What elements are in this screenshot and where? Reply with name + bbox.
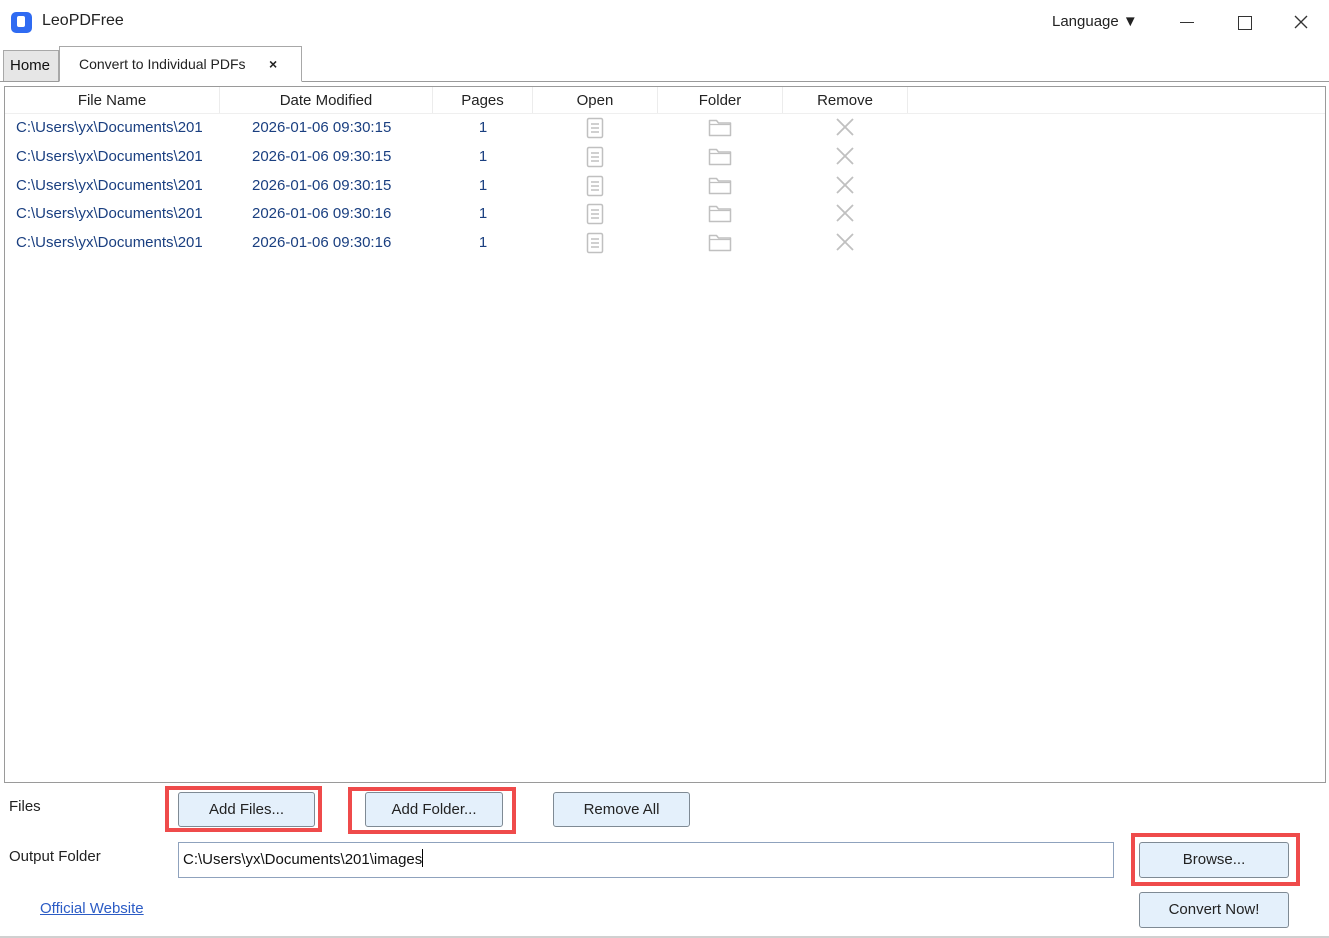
folder-icon[interactable] [708,232,732,254]
folder-icon[interactable] [708,117,732,139]
add-folder-button[interactable]: Add Folder... [365,792,503,827]
remove-x-icon[interactable] [835,117,857,139]
column-header-remove[interactable]: Remove [783,87,908,114]
table-row[interactable]: C:\Users\yx\Documents\201 2026-01-06 09:3… [5,171,1325,200]
tab-close-icon[interactable]: × [269,56,277,72]
app-title: LeoPDFree [42,12,124,29]
close-icon [1294,15,1308,29]
column-header-file-name[interactable]: File Name [5,87,220,114]
output-folder-value: C:\Users\yx\Documents\201\images [183,851,423,868]
table-row[interactable]: C:\Users\yx\Documents\201 2026-01-06 09:3… [5,142,1325,171]
file-name-cell[interactable]: C:\Users\yx\Documents\201 [16,142,213,171]
app-logo-icon [11,12,32,33]
document-icon[interactable] [585,203,607,225]
date-modified-cell: 2026-01-06 09:30:16 [252,205,392,223]
tab-convert-individual[interactable]: Convert to Individual PDFs × [59,46,302,82]
remove-x-icon[interactable] [835,146,857,168]
add-files-button[interactable]: Add Files... [178,792,315,827]
official-website-link[interactable]: Official Website [40,900,144,917]
pages-cell: 1 [478,176,488,194]
pages-cell: 1 [478,234,488,252]
tab-label: Convert to Individual PDFs [79,56,246,72]
table-row[interactable]: C:\Users\yx\Documents\201 2026-01-06 09:3… [5,113,1325,142]
column-header-date-modified[interactable]: Date Modified [220,87,433,114]
language-dropdown[interactable]: Language ▼ [1052,13,1138,30]
remove-x-icon[interactable] [835,232,857,254]
convert-now-button[interactable]: Convert Now! [1139,892,1289,928]
file-name-cell[interactable]: C:\Users\yx\Documents\201 [16,171,213,200]
remove-all-button[interactable]: Remove All [553,792,690,827]
table-header: File Name Date Modified Pages Open Folde… [5,87,1325,114]
file-name-cell[interactable]: C:\Users\yx\Documents\201 [16,228,213,257]
maximize-button[interactable] [1224,8,1264,38]
tab-home[interactable]: Home [3,50,59,81]
document-icon[interactable] [585,232,607,254]
document-icon[interactable] [585,175,607,197]
remove-x-icon[interactable] [835,203,857,225]
browse-button[interactable]: Browse... [1139,842,1289,878]
date-modified-cell: 2026-01-06 09:30:15 [252,176,392,194]
pages-cell: 1 [478,147,488,165]
file-name-cell[interactable]: C:\Users\yx\Documents\201 [16,113,213,142]
close-window-button[interactable] [1281,8,1321,38]
document-icon[interactable] [585,146,607,168]
folder-icon[interactable] [708,146,732,168]
column-header-pages[interactable]: Pages [433,87,533,114]
column-header-open[interactable]: Open [533,87,658,114]
folder-icon[interactable] [708,203,732,225]
minimize-button[interactable] [1167,8,1207,38]
output-folder-label: Output Folder [9,848,101,865]
file-name-cell[interactable]: C:\Users\yx\Documents\201 [16,199,213,228]
pages-cell: 1 [478,205,488,223]
output-folder-input[interactable]: C:\Users\yx\Documents\201\images [178,842,1114,878]
files-label: Files [9,798,41,815]
date-modified-cell: 2026-01-06 09:30:15 [252,119,392,136]
remove-x-icon[interactable] [835,175,857,197]
column-header-folder[interactable]: Folder [658,87,783,114]
file-list-table[interactable]: File Name Date Modified Pages Open Folde… [4,86,1326,783]
date-modified-cell: 2026-01-06 09:30:16 [252,234,392,252]
table-row[interactable]: C:\Users\yx\Documents\201 2026-01-06 09:3… [5,228,1325,257]
folder-icon[interactable] [708,175,732,197]
pages-cell: 1 [478,119,488,136]
table-row[interactable]: C:\Users\yx\Documents\201 2026-01-06 09:3… [5,199,1325,228]
text-caret [422,849,424,867]
date-modified-cell: 2026-01-06 09:30:15 [252,147,392,165]
document-icon[interactable] [585,117,607,139]
